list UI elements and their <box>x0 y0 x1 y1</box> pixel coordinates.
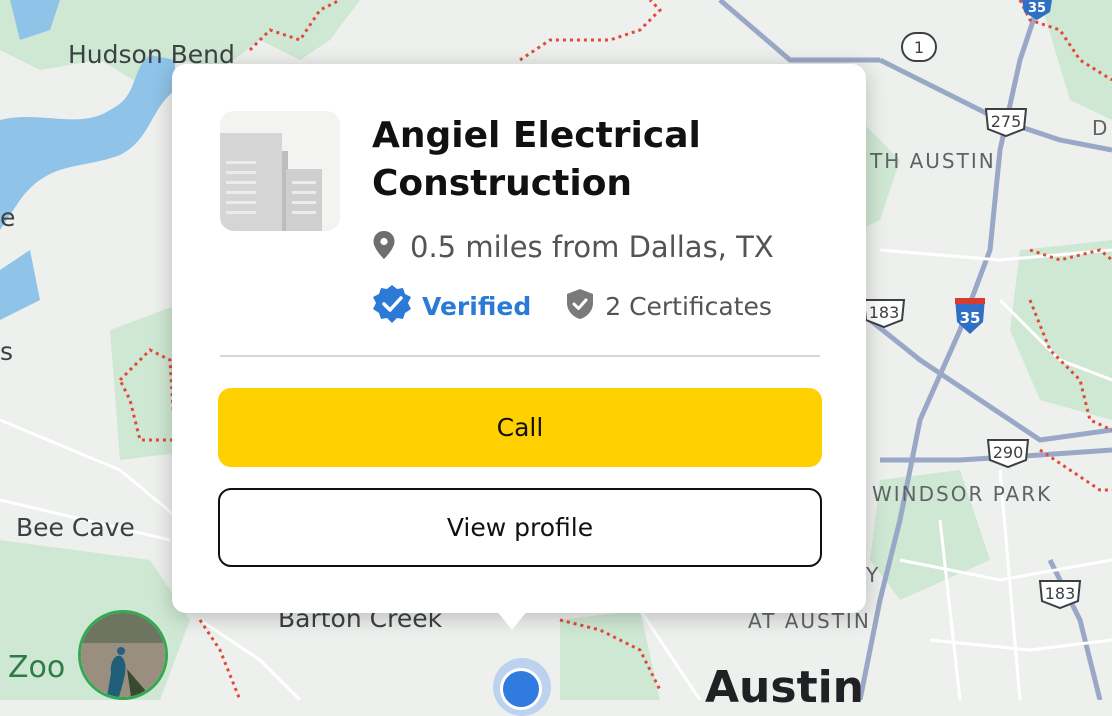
peacock-photo <box>81 613 165 697</box>
interstate-shield-35-top: 35 <box>1022 0 1052 20</box>
svg-text:275: 275 <box>991 112 1022 131</box>
route-shield-290: 290 <box>986 439 1030 469</box>
route-shield-183-low: 183 <box>1038 580 1082 610</box>
map-label-north-austin: TH AUSTIN <box>870 149 996 173</box>
certificate-shield-icon <box>565 288 595 324</box>
route-shield-1: 1 <box>901 32 937 62</box>
interstate-shield-35-mid: 35 <box>955 298 985 334</box>
certificates-label[interactable]: 2 Certificates <box>605 292 772 321</box>
svg-text:1: 1 <box>914 38 924 57</box>
map-label-bee-cave: Bee Cave <box>16 513 135 542</box>
location-pin-icon <box>372 230 396 264</box>
map-label-edge-y: Y <box>866 563 881 587</box>
view-profile-button[interactable]: View profile <box>218 488 822 567</box>
distance-text: 0.5 miles from Dallas, TX <box>410 230 774 264</box>
map-label-edge-d: D <box>1092 116 1110 140</box>
svg-text:35: 35 <box>1028 1 1046 16</box>
svg-text:35: 35 <box>960 309 981 327</box>
route-shield-275: 275 <box>984 108 1028 138</box>
verified-badge-icon <box>372 284 412 328</box>
badges-row: Verified 2 Certificates <box>372 284 772 328</box>
business-popup-card: Angiel Electrical Construction 0.5 miles… <box>172 64 866 613</box>
svg-text:183: 183 <box>869 303 900 322</box>
building-logo-icon <box>220 111 340 231</box>
verified-label: Verified <box>422 291 532 321</box>
map-label-edge-s: s <box>0 337 14 366</box>
business-name[interactable]: Angiel Electrical Construction <box>372 112 832 208</box>
map-label-zoo: Zoo <box>8 650 66 685</box>
call-button[interactable]: Call <box>218 388 822 467</box>
map-label-austin: Austin <box>705 662 865 713</box>
popup-pointer <box>488 600 536 630</box>
zoo-photo-icon[interactable] <box>78 610 168 700</box>
svg-text:183: 183 <box>1045 584 1076 603</box>
svg-text:290: 290 <box>993 443 1024 462</box>
distance-row: 0.5 miles from Dallas, TX <box>372 227 774 267</box>
map-label-windsor-park: WINDSOR PARK <box>872 482 1053 506</box>
map-label-edge-e: e <box>0 203 16 232</box>
current-location-icon[interactable] <box>500 668 542 710</box>
divider <box>220 355 820 357</box>
route-shield-183-mid: 183 <box>862 299 906 329</box>
